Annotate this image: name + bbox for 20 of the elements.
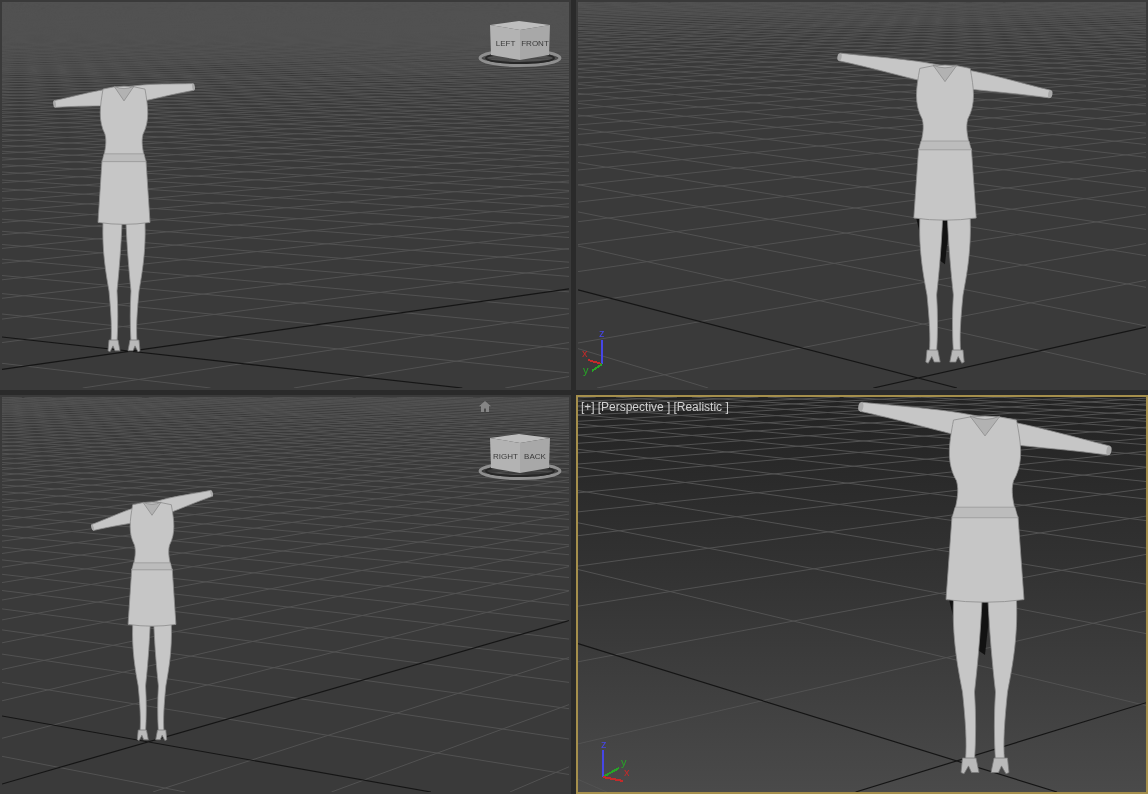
viewport-panel[interactable]: LEFT FRONT xyxy=(0,0,571,390)
viewport-label[interactable]: [+] xyxy=(581,400,595,415)
axis-label: z xyxy=(599,327,605,339)
view-cube-top[interactable] xyxy=(490,21,550,30)
axis-label: x xyxy=(582,347,588,359)
axis-label: x xyxy=(624,766,630,778)
viewport-panel[interactable]: [+] [Perspective ] [Realistic ] z y x xyxy=(576,395,1148,794)
view-cube-face[interactable]: LEFT xyxy=(490,25,520,60)
view-cube-top[interactable] xyxy=(490,434,550,443)
axis-label: z xyxy=(601,738,607,750)
axis-label: y xyxy=(583,364,589,376)
axis-label: y xyxy=(621,756,627,768)
home-icon[interactable] xyxy=(479,401,491,412)
view-cube-face[interactable]: BACK xyxy=(520,438,550,473)
viewport-label[interactable]: [Perspective ] xyxy=(597,400,671,415)
view-cube-face[interactable]: RIGHT xyxy=(490,438,520,473)
viewport-label[interactable]: [Realistic ] xyxy=(673,400,729,415)
viewport-panel[interactable]: RIGHT BACK xyxy=(0,395,571,794)
view-cube-face[interactable]: FRONT xyxy=(520,25,550,60)
viewport-panel[interactable]: z x y xyxy=(576,0,1148,390)
